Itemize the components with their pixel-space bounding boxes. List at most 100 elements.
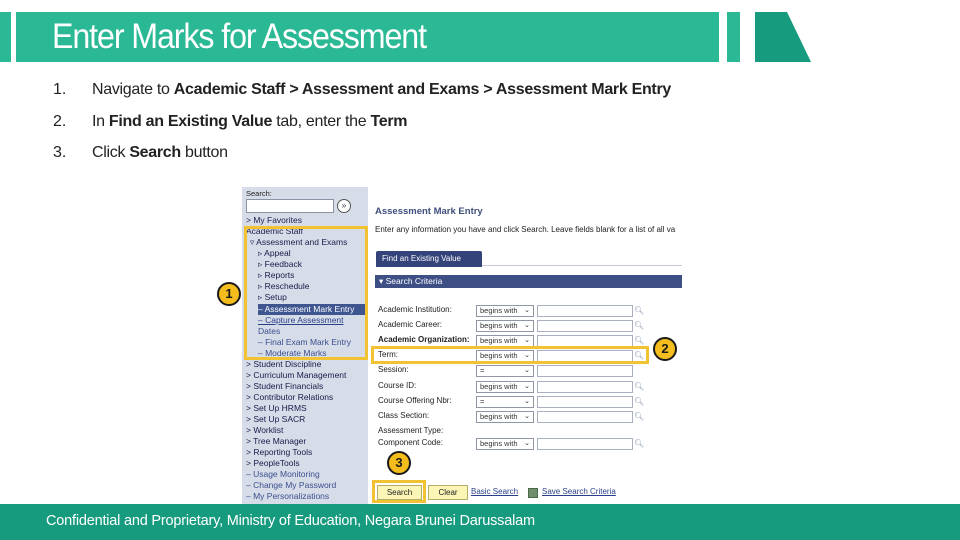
step-text-part: tab, enter the — [272, 112, 371, 130]
operator-value: = — [480, 397, 485, 406]
field-value-input[interactable] — [537, 438, 633, 450]
highlight-search-button — [372, 480, 426, 503]
operator-select[interactable]: begins with ⌄ — [476, 320, 534, 332]
field-value-input[interactable] — [537, 381, 633, 393]
search-criteria-header[interactable]: ▾ Search Criteria — [375, 275, 682, 288]
operator-select[interactable]: begins with ⌄ — [476, 411, 534, 423]
basic-search-link[interactable]: Basic Search — [471, 487, 518, 496]
step-number: 2. — [53, 112, 67, 130]
operator-select[interactable]: begins with ⌄ — [476, 381, 534, 393]
lookup-icon[interactable]: 🔍︎ — [634, 396, 644, 408]
sidebar-item[interactable]: – Change My Password — [246, 480, 336, 491]
field-value-input[interactable] — [537, 411, 633, 423]
sidebar-item[interactable]: > Set Up SACR — [246, 414, 305, 425]
step-text-part: button — [180, 144, 228, 161]
field-label: Assessment Type: — [378, 426, 444, 435]
field-value-input[interactable] — [537, 320, 633, 332]
save-icon[interactable] — [528, 488, 538, 498]
lookup-icon[interactable]: 🔍︎ — [634, 381, 644, 393]
save-search-criteria-link[interactable]: Save Search Criteria — [542, 487, 616, 496]
field-label: Course ID: — [378, 381, 417, 390]
callout-badge-3: 3 — [387, 451, 411, 475]
header-accent-left — [0, 12, 11, 62]
chevron-down-icon: ⌄ — [524, 322, 530, 329]
page-title: Assessment Mark Entry — [375, 206, 483, 217]
step-text-bold: Term — [370, 112, 408, 130]
chevron-down-icon: ⌄ — [524, 383, 530, 390]
header-accent-trapezoid — [755, 12, 811, 62]
field-label: Session: — [378, 365, 409, 374]
field-label: Academic Career: — [378, 320, 443, 329]
step-text-bold: Find an Existing Value — [108, 112, 273, 130]
operator-value: = — [480, 366, 485, 375]
step-number: 3. — [53, 144, 67, 161]
sidebar-item[interactable]: > Tree Manager — [246, 436, 306, 447]
operator-select[interactable]: = ⌄ — [476, 365, 534, 377]
sidebar-item[interactable]: – Usage Monitoring — [246, 469, 320, 480]
search-field-row: Course Offering Nbr: = ⌄ 🔍︎ — [376, 395, 646, 409]
field-value-input[interactable] — [537, 305, 633, 317]
highlight-navigation-path — [244, 226, 368, 360]
field-label: Course Offering Nbr: — [378, 396, 452, 405]
step-text: Click Search button — [92, 141, 228, 165]
sidebar-item[interactable]: > PeopleTools — [246, 458, 300, 469]
double-chevron-right-icon[interactable]: » — [337, 199, 351, 213]
sidebar-item[interactable]: > Worklist — [246, 425, 283, 436]
lookup-icon[interactable]: 🔍︎ — [634, 411, 644, 423]
highlight-term-field — [371, 346, 649, 364]
step-text-part: In — [92, 112, 109, 130]
tab-divider — [482, 265, 682, 266]
operator-value: begins with — [480, 306, 518, 315]
clear-button[interactable]: Clear — [428, 485, 468, 500]
search-field-row: Course ID: begins with ⌄ 🔍︎ — [376, 380, 646, 394]
field-label: Component Code: — [378, 438, 443, 447]
lookup-icon[interactable]: 🔍︎ — [634, 438, 644, 450]
field-label: Academic Organization: — [378, 335, 470, 344]
operator-value: begins with — [480, 321, 518, 330]
sidebar-item[interactable]: > Curriculum Management — [246, 370, 346, 381]
operator-select[interactable]: begins with ⌄ — [476, 438, 534, 450]
step-number: 1. — [53, 81, 67, 98]
operator-value: begins with — [480, 336, 518, 345]
operator-value: begins with — [480, 439, 518, 448]
search-field-row: Academic Career: begins with ⌄ 🔍︎ — [376, 319, 646, 333]
callout-badge-2: 2 — [653, 337, 677, 361]
sidebar-item[interactable]: > My Favorites — [246, 215, 302, 226]
step-text-bold: Academic Staff > Assessment and Exams > … — [173, 81, 672, 98]
field-value-input[interactable] — [537, 365, 633, 377]
operator-select[interactable]: begins with ⌄ — [476, 305, 534, 317]
chevron-down-icon: ⌄ — [524, 367, 530, 374]
step-text: In Find an Existing Value tab, enter the… — [92, 110, 408, 134]
tab-find-existing-value[interactable]: Find an Existing Value — [376, 251, 482, 267]
field-label: Class Section: — [378, 411, 430, 420]
sidebar-item[interactable]: > Student Discipline — [246, 359, 321, 370]
operator-value: begins with — [480, 412, 518, 421]
chevron-down-icon: ⌄ — [524, 440, 530, 447]
sidebar-item[interactable]: – My Personalizations — [246, 491, 329, 502]
field-value-input[interactable] — [537, 396, 633, 408]
search-field-row: Academic Institution: begins with ⌄ 🔍︎ — [376, 304, 646, 318]
header-accent-bar — [727, 12, 740, 62]
step-text-part: Navigate to — [92, 81, 174, 98]
chevron-down-icon: ⌄ — [524, 413, 530, 420]
search-field-row: Session: = ⌄ — [376, 364, 646, 378]
sidebar-search-input[interactable] — [246, 199, 334, 213]
operator-select[interactable]: = ⌄ — [476, 396, 534, 408]
page-instructions: Enter any information you have and click… — [375, 225, 676, 234]
slide-title: Enter Marks for Assessment — [52, 17, 427, 56]
sidebar-item[interactable]: > Set Up HRMS — [246, 403, 307, 414]
lookup-icon[interactable]: 🔍︎ — [634, 320, 644, 332]
sidebar-item[interactable]: > Reporting Tools — [246, 447, 312, 458]
footer-text: Confidential and Proprietary, Ministry o… — [46, 513, 535, 529]
chevron-down-icon: ⌄ — [524, 337, 530, 344]
operator-value: begins with — [480, 382, 518, 391]
lookup-icon[interactable]: 🔍︎ — [634, 305, 644, 317]
sidebar-item[interactable]: > Student Financials — [246, 381, 323, 392]
search-field-row: Class Section: begins with ⌄ 🔍︎ — [376, 410, 646, 424]
step-text: Navigate to Academic Staff > Assessment … — [92, 78, 671, 102]
step-text-part: Click — [92, 144, 130, 161]
field-label: Academic Institution: — [378, 305, 452, 314]
chevron-down-icon: ⌄ — [524, 398, 530, 405]
search-field-row: Component Code: begins with ⌄ 🔍︎ — [376, 437, 646, 451]
sidebar-item[interactable]: > Contributor Relations — [246, 392, 333, 403]
